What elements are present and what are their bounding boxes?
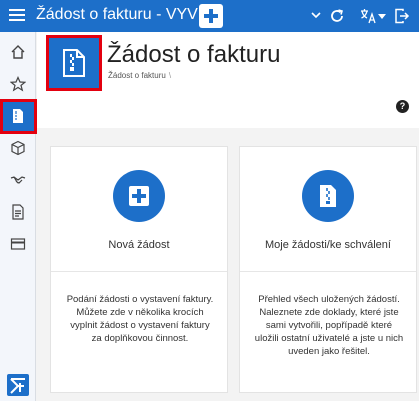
plus-icon [129,186,149,206]
star-icon [10,76,26,92]
app-title: Žádost o fakturu - VYV [36,6,198,23]
card-icon [10,238,26,250]
sidebar-item-home[interactable] [0,36,36,68]
breadcrumb-item[interactable]: Žádost o fakturu [108,71,166,80]
sidebar-item-packages[interactable] [0,132,36,164]
page-icon [49,38,99,88]
tile-label: Moje žádosti/ke schválení [265,239,391,251]
help-icon[interactable]: ? [396,100,409,113]
tile-my-requests[interactable]: Moje žádosti/ke schválení Přehled všech … [239,146,417,393]
invoice-file-icon [13,109,23,123]
sidebar [0,32,36,401]
chevron-down-icon[interactable] [311,12,321,20]
document-icon [12,204,24,220]
top-bar: Žádost o fakturu - VYV [0,0,419,32]
page-title: Žádost o fakturu [107,41,281,68]
new-request-button[interactable] [199,4,223,28]
sidebar-item-invoice[interactable] [0,100,36,132]
breadcrumb: Žádost o fakturu \ [108,71,171,80]
box-icon [11,140,25,156]
plus-icon [204,9,218,23]
invoice-file-icon [320,185,336,207]
language-dropdown-caret[interactable] [378,14,386,19]
logout-icon[interactable] [394,8,410,24]
invoice-file-icon [63,49,85,77]
tile-description: Přehled všech uložených žádostí. Nalezne… [254,294,404,357]
breadcrumb-separator: \ [168,71,172,80]
handshake-icon [10,176,26,184]
translate-icon[interactable] [360,8,376,24]
tile-label: Nová žádost [108,239,170,251]
refresh-icon[interactable] [329,8,345,24]
tile-icon-circle [113,170,165,222]
tile-icon-circle [302,170,354,222]
sidebar-item-partners[interactable] [0,164,36,196]
home-icon [11,45,25,59]
tile-description: Podání žádosti o vystavení faktury. Může… [66,294,214,344]
tile-divider [240,271,416,272]
tile-divider [51,271,227,272]
app-logo-icon[interactable] [7,374,29,396]
sidebar-item-documents[interactable] [0,196,36,228]
hamburger-menu-icon[interactable] [9,9,25,23]
tile-new-request[interactable]: Nová žádost Podání žádosti o vystavení f… [50,146,228,393]
sidebar-item-cards[interactable] [0,228,36,260]
sidebar-item-favorites[interactable] [0,68,36,100]
